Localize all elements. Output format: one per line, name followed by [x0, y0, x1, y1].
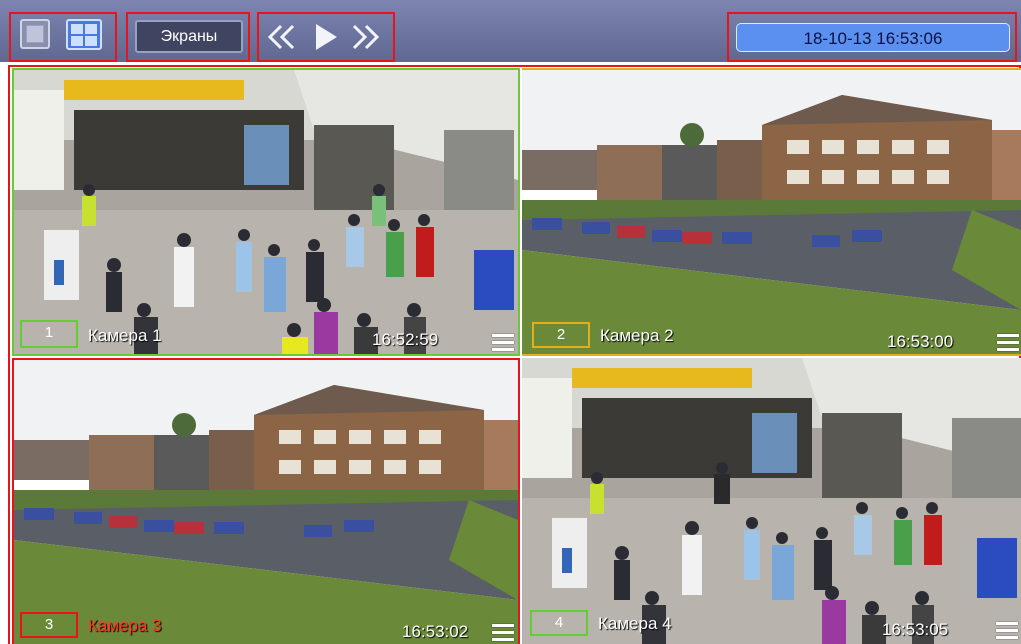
rewind-icon — [267, 24, 295, 50]
play-icon — [316, 24, 337, 50]
camera-1-number-badge: 1 — [20, 320, 78, 348]
grid-view-button[interactable] — [66, 19, 102, 50]
camera-3-menu-icon[interactable] — [492, 624, 514, 642]
camera-2-number-badge: 2 — [532, 322, 590, 348]
camera-tile-3[interactable]: 3 Камера 3 16:53:02 — [12, 358, 520, 644]
camera-1-time: 16:52:59 — [372, 330, 439, 349]
play-button[interactable] — [305, 17, 345, 57]
camera-tile-2[interactable]: 2 Камера 2 16:53:00 — [522, 68, 1021, 356]
camera-2-name: Камера 2 — [600, 326, 674, 345]
single-view-icon — [26, 25, 44, 43]
camera-4-video-frame — [522, 358, 1021, 644]
camera-2-time: 16:53:00 — [887, 332, 954, 351]
fast-forward-button[interactable] — [345, 17, 385, 57]
camera-2-video-frame — [522, 70, 1021, 354]
camera-1-name: Камера 1 — [88, 326, 162, 345]
camera-tile-1[interactable]: 1 Камера 1 16:52:59 — [12, 68, 520, 356]
camera-4-number-badge: 4 — [530, 610, 588, 636]
camera-2-menu-icon[interactable] — [997, 334, 1019, 352]
camera-4-time: 16:53:05 — [882, 620, 949, 639]
screens-button[interactable]: Экраны — [135, 20, 243, 53]
camera-3-name: Камера 3 — [88, 616, 162, 635]
camera-1-video-frame — [14, 70, 518, 354]
camera-3-time: 16:53:02 — [402, 622, 469, 641]
camera-4-name: Камера 4 — [598, 614, 672, 633]
camera-1-menu-icon[interactable] — [492, 334, 514, 352]
single-view-button[interactable] — [20, 19, 50, 49]
fast-forward-icon — [352, 24, 380, 50]
camera-tile-4[interactable]: 4 Камера 4 16:53:05 — [522, 358, 1021, 644]
rewind-button[interactable] — [262, 17, 302, 57]
camera-3-number-badge: 3 — [20, 612, 78, 638]
datetime-display[interactable]: 18-10-13 16:53:06 — [736, 23, 1010, 52]
toolbar: Экраны 18-10-13 16:53:06 — [0, 0, 1021, 62]
camera-3-video-frame — [14, 360, 518, 644]
camera-4-menu-icon[interactable] — [996, 622, 1018, 640]
